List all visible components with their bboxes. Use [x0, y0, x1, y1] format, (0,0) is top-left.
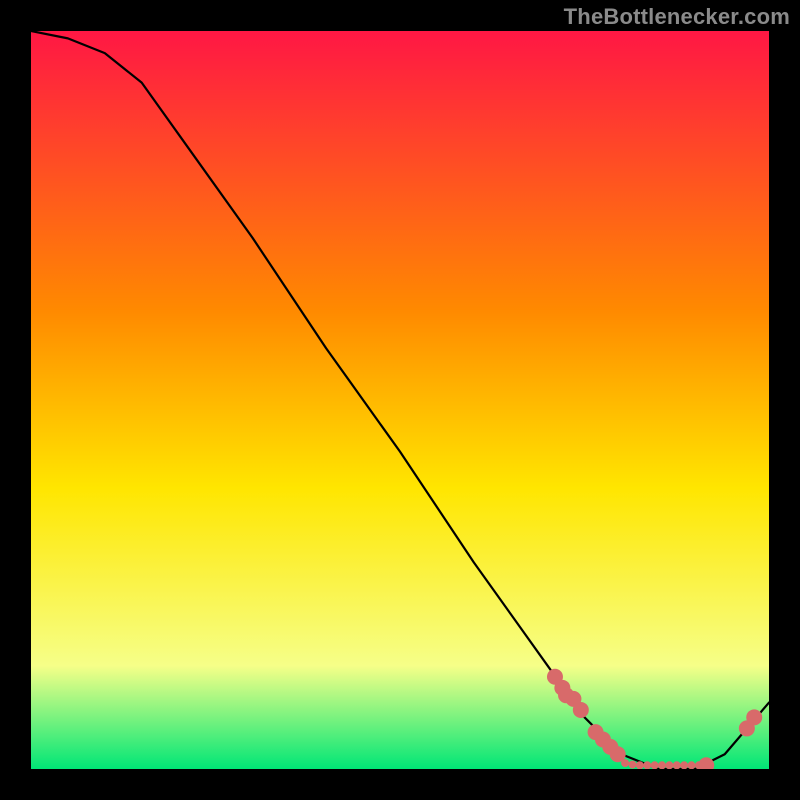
data-marker	[651, 761, 659, 769]
data-marker	[688, 761, 696, 769]
data-marker	[621, 759, 629, 767]
data-marker	[628, 761, 636, 769]
source-watermark: TheBottlenecker.com	[564, 4, 790, 30]
plot-svg	[31, 31, 769, 769]
data-marker	[658, 761, 666, 769]
data-marker	[673, 761, 681, 769]
plot-background	[31, 31, 769, 769]
data-marker	[746, 709, 762, 725]
chart-stage: { "source_label": "TheBottlenecker.com",…	[0, 0, 800, 800]
data-marker	[665, 761, 673, 769]
data-marker	[695, 761, 703, 769]
data-marker	[643, 761, 651, 769]
data-marker	[680, 761, 688, 769]
data-marker	[636, 761, 644, 769]
bottleneck-plot	[31, 31, 769, 769]
data-marker	[573, 702, 589, 718]
